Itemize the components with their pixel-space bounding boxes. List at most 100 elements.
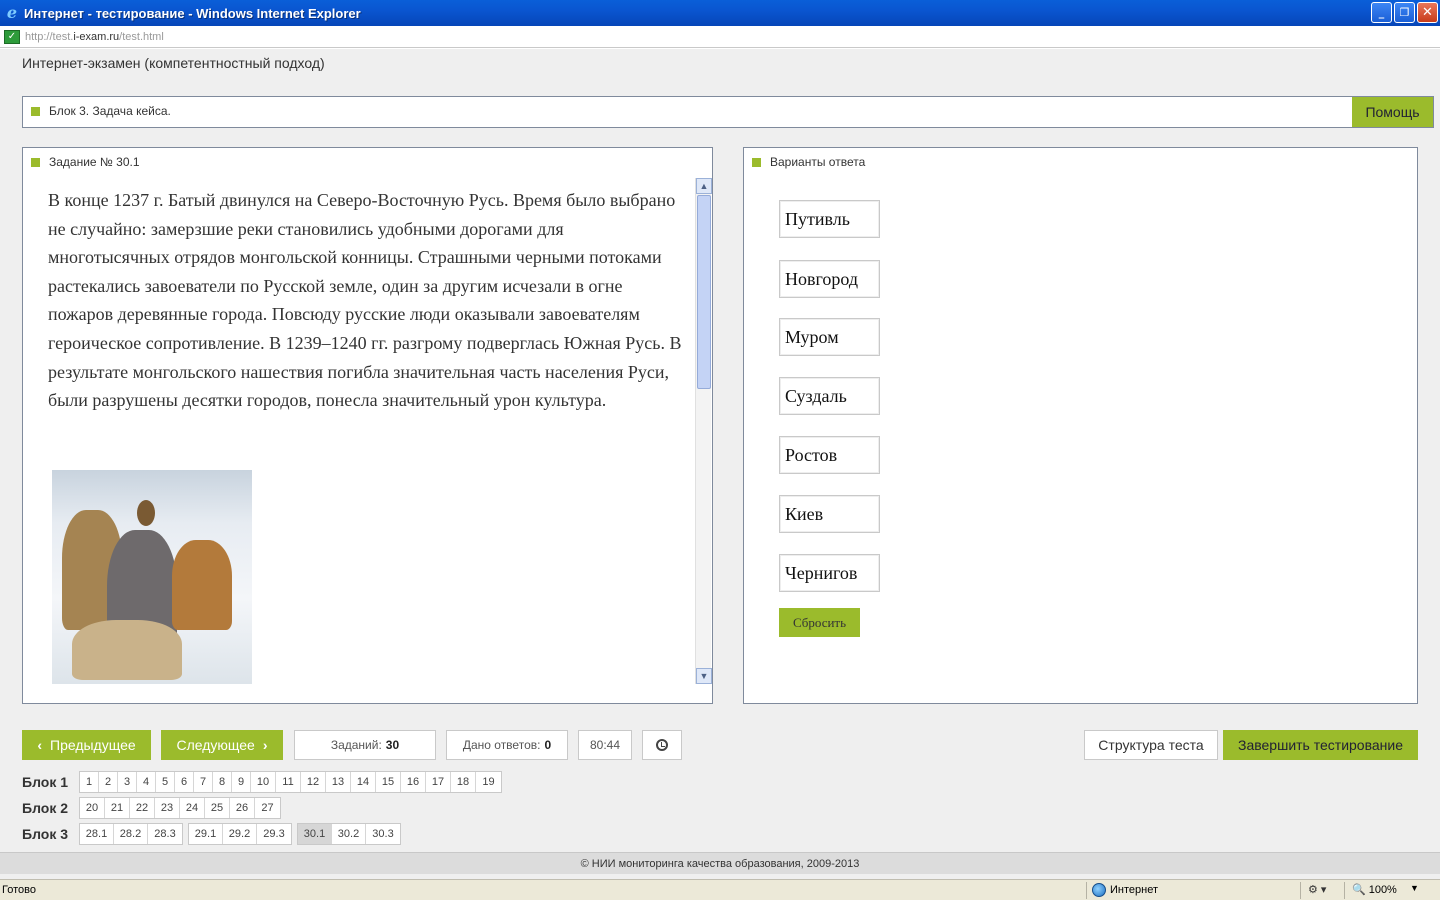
question-number-button[interactable]: 22 [130, 798, 155, 818]
question-number-button[interactable]: 12 [301, 772, 326, 792]
globe-icon [1092, 883, 1106, 897]
scroll-thumb[interactable] [697, 195, 711, 389]
question-number-button[interactable]: 28.2 [114, 824, 148, 844]
copyright-footer: © НИИ мониторинга качества образования, … [0, 852, 1440, 874]
bullet-square-icon [752, 157, 761, 167]
question-number-button[interactable]: 8 [213, 772, 232, 792]
question-number-group: 28.1 28.2 28.3 [79, 823, 183, 845]
security-zone[interactable]: Интернет [1092, 883, 1158, 897]
question-number-group: 1 2 3 4 5 6 7 8 9 10 11 12 13 14 15 16 17 18 19 [79, 771, 502, 793]
magnifier-icon: 🔍 [1352, 884, 1366, 896]
finish-test-button[interactable]: Завершить тестирование [1223, 730, 1418, 760]
timer-display: 80:44 [578, 730, 632, 760]
answer-option[interactable]: Киев [779, 495, 880, 533]
block-label: Блок 3 [22, 826, 69, 842]
block-3-row: Блок 3 28.1 28.2 28.3 29.1 29.2 29.3 30.1 30.… [22, 823, 404, 845]
ie-logo-icon: e [6, 3, 18, 22]
question-number-button[interactable]: 18 [451, 772, 476, 792]
question-number-button[interactable]: 19 [476, 772, 501, 792]
task-title: Задание № 30.1 [49, 155, 140, 169]
question-number-button[interactable]: 6 [175, 772, 194, 792]
question-number-button[interactable]: 9 [232, 772, 251, 792]
question-number-button[interactable]: 16 [401, 772, 426, 792]
close-button[interactable]: ✕ [1417, 2, 1438, 23]
block-title: Блок 3. Задача кейса. [49, 104, 171, 118]
answer-option[interactable]: Суздаль [779, 377, 880, 415]
block-label: Блок 1 [22, 774, 69, 790]
clock-icon [656, 739, 668, 751]
question-number-button[interactable]: 30.3 [366, 824, 400, 844]
question-number-button[interactable]: 3 [118, 772, 137, 792]
test-structure-button[interactable]: Структура теста [1084, 730, 1218, 760]
question-number-button[interactable]: 13 [326, 772, 351, 792]
bullet-square-icon [31, 106, 40, 116]
chevron-left-icon: ‹ [37, 737, 42, 753]
answers-panel: Варианты ответа Путивль Новгород Муром С… [743, 147, 1418, 704]
block-2-row: Блок 2 20 21 22 23 24 25 26 27 [22, 797, 284, 819]
page-content: Интернет-экзамен (компетентностный подхо… [0, 49, 1440, 879]
mongol-horsemen-image [52, 470, 252, 684]
clock-button[interactable] [642, 730, 682, 760]
block-label: Блок 2 [22, 800, 69, 816]
answer-option[interactable]: Муром [779, 318, 880, 356]
zoom-control[interactable]: 🔍 100% [1352, 883, 1397, 897]
question-number-button[interactable]: 29.2 [223, 824, 257, 844]
task-scrollbar[interactable]: ▲ ▼ [695, 178, 712, 684]
question-number-button[interactable]: 15 [376, 772, 401, 792]
answer-option[interactable]: Новгород [779, 260, 880, 298]
question-number-button[interactable]: 25 [205, 798, 230, 818]
question-number-group: 20 21 22 23 24 25 26 27 [79, 797, 281, 819]
url-text[interactable]: http://test.i-exam.ru/test.html [25, 31, 164, 43]
status-text: Готово [2, 884, 36, 896]
chevron-right-icon: › [262, 737, 268, 753]
window-controls: _ ❐ ✕ [1371, 2, 1438, 23]
question-number-button[interactable]: 5 [156, 772, 175, 792]
question-number-button[interactable]: 30.1 [298, 824, 332, 844]
minimize-button[interactable]: _ [1371, 2, 1392, 23]
question-number-group: 29.1 29.2 29.3 [188, 823, 292, 845]
task-text: В конце 1237 г. Батый двинулся на Северо… [48, 190, 682, 411]
scroll-down-icon[interactable]: ▼ [696, 668, 712, 684]
question-number-button[interactable]: 17 [426, 772, 451, 792]
help-button[interactable]: Помощь [1352, 97, 1433, 127]
next-button[interactable]: Следующее › [161, 730, 283, 760]
scroll-up-icon[interactable]: ▲ [696, 178, 712, 194]
status-bar: Готово Интернет ⚙ ▾ 🔍 100% ▼ [0, 879, 1440, 900]
question-number-group: 30.1 30.2 30.3 [297, 823, 401, 845]
question-number-button[interactable]: 23 [155, 798, 180, 818]
window-titlebar: e Интернет - тестирование - Windows Inte… [0, 0, 1440, 26]
question-number-button[interactable]: 26 [230, 798, 255, 818]
answer-option[interactable]: Путивль [779, 200, 880, 238]
question-number-button[interactable]: 1 [80, 772, 99, 792]
protected-mode-icon[interactable]: ⚙ ▾ [1308, 883, 1326, 896]
question-number-button[interactable]: 14 [351, 772, 376, 792]
question-number-button[interactable]: 27 [255, 798, 280, 818]
question-number-button[interactable]: 29.1 [189, 824, 223, 844]
tasks-count-box: Заданий: 30 [294, 730, 436, 760]
site-favicon-icon: ✓ [4, 29, 20, 44]
question-number-button[interactable]: 30.2 [332, 824, 366, 844]
block-1-row: Блок 1 1 2 3 4 5 6 7 8 9 10 11 12 13 14 15 16 17 18 19 [22, 771, 505, 793]
previous-button[interactable]: ‹ Предыдущее [22, 730, 151, 760]
address-bar[interactable]: ✓ http://test.i-exam.ru/test.html [0, 26, 1440, 48]
question-number-button[interactable]: 24 [180, 798, 205, 818]
chevron-down-icon[interactable]: ▼ [1410, 883, 1419, 893]
answer-option[interactable]: Ростов [779, 436, 880, 474]
answered-count-box: Дано ответов: 0 [446, 730, 568, 760]
window-title: Интернет - тестирование - Windows Intern… [24, 5, 361, 21]
question-number-button[interactable]: 20 [80, 798, 105, 818]
restore-button[interactable]: ❐ [1394, 2, 1415, 23]
answer-option[interactable]: Чернигов [779, 554, 880, 592]
question-number-button[interactable]: 21 [105, 798, 130, 818]
question-number-button[interactable]: 10 [251, 772, 276, 792]
question-number-button[interactable]: 11 [276, 772, 301, 792]
reset-button[interactable]: Сбросить [779, 608, 860, 637]
task-panel: Задание № 30.1 В конце 1237 г. Батый дви… [22, 147, 713, 704]
page-title: Интернет-экзамен (компетентностный подхо… [22, 55, 325, 71]
question-number-button[interactable]: 28.3 [148, 824, 182, 844]
question-number-button[interactable]: 2 [99, 772, 118, 792]
question-number-button[interactable]: 4 [137, 772, 156, 792]
question-number-button[interactable]: 7 [194, 772, 213, 792]
question-number-button[interactable]: 29.3 [257, 824, 291, 844]
question-number-button[interactable]: 28.1 [80, 824, 114, 844]
